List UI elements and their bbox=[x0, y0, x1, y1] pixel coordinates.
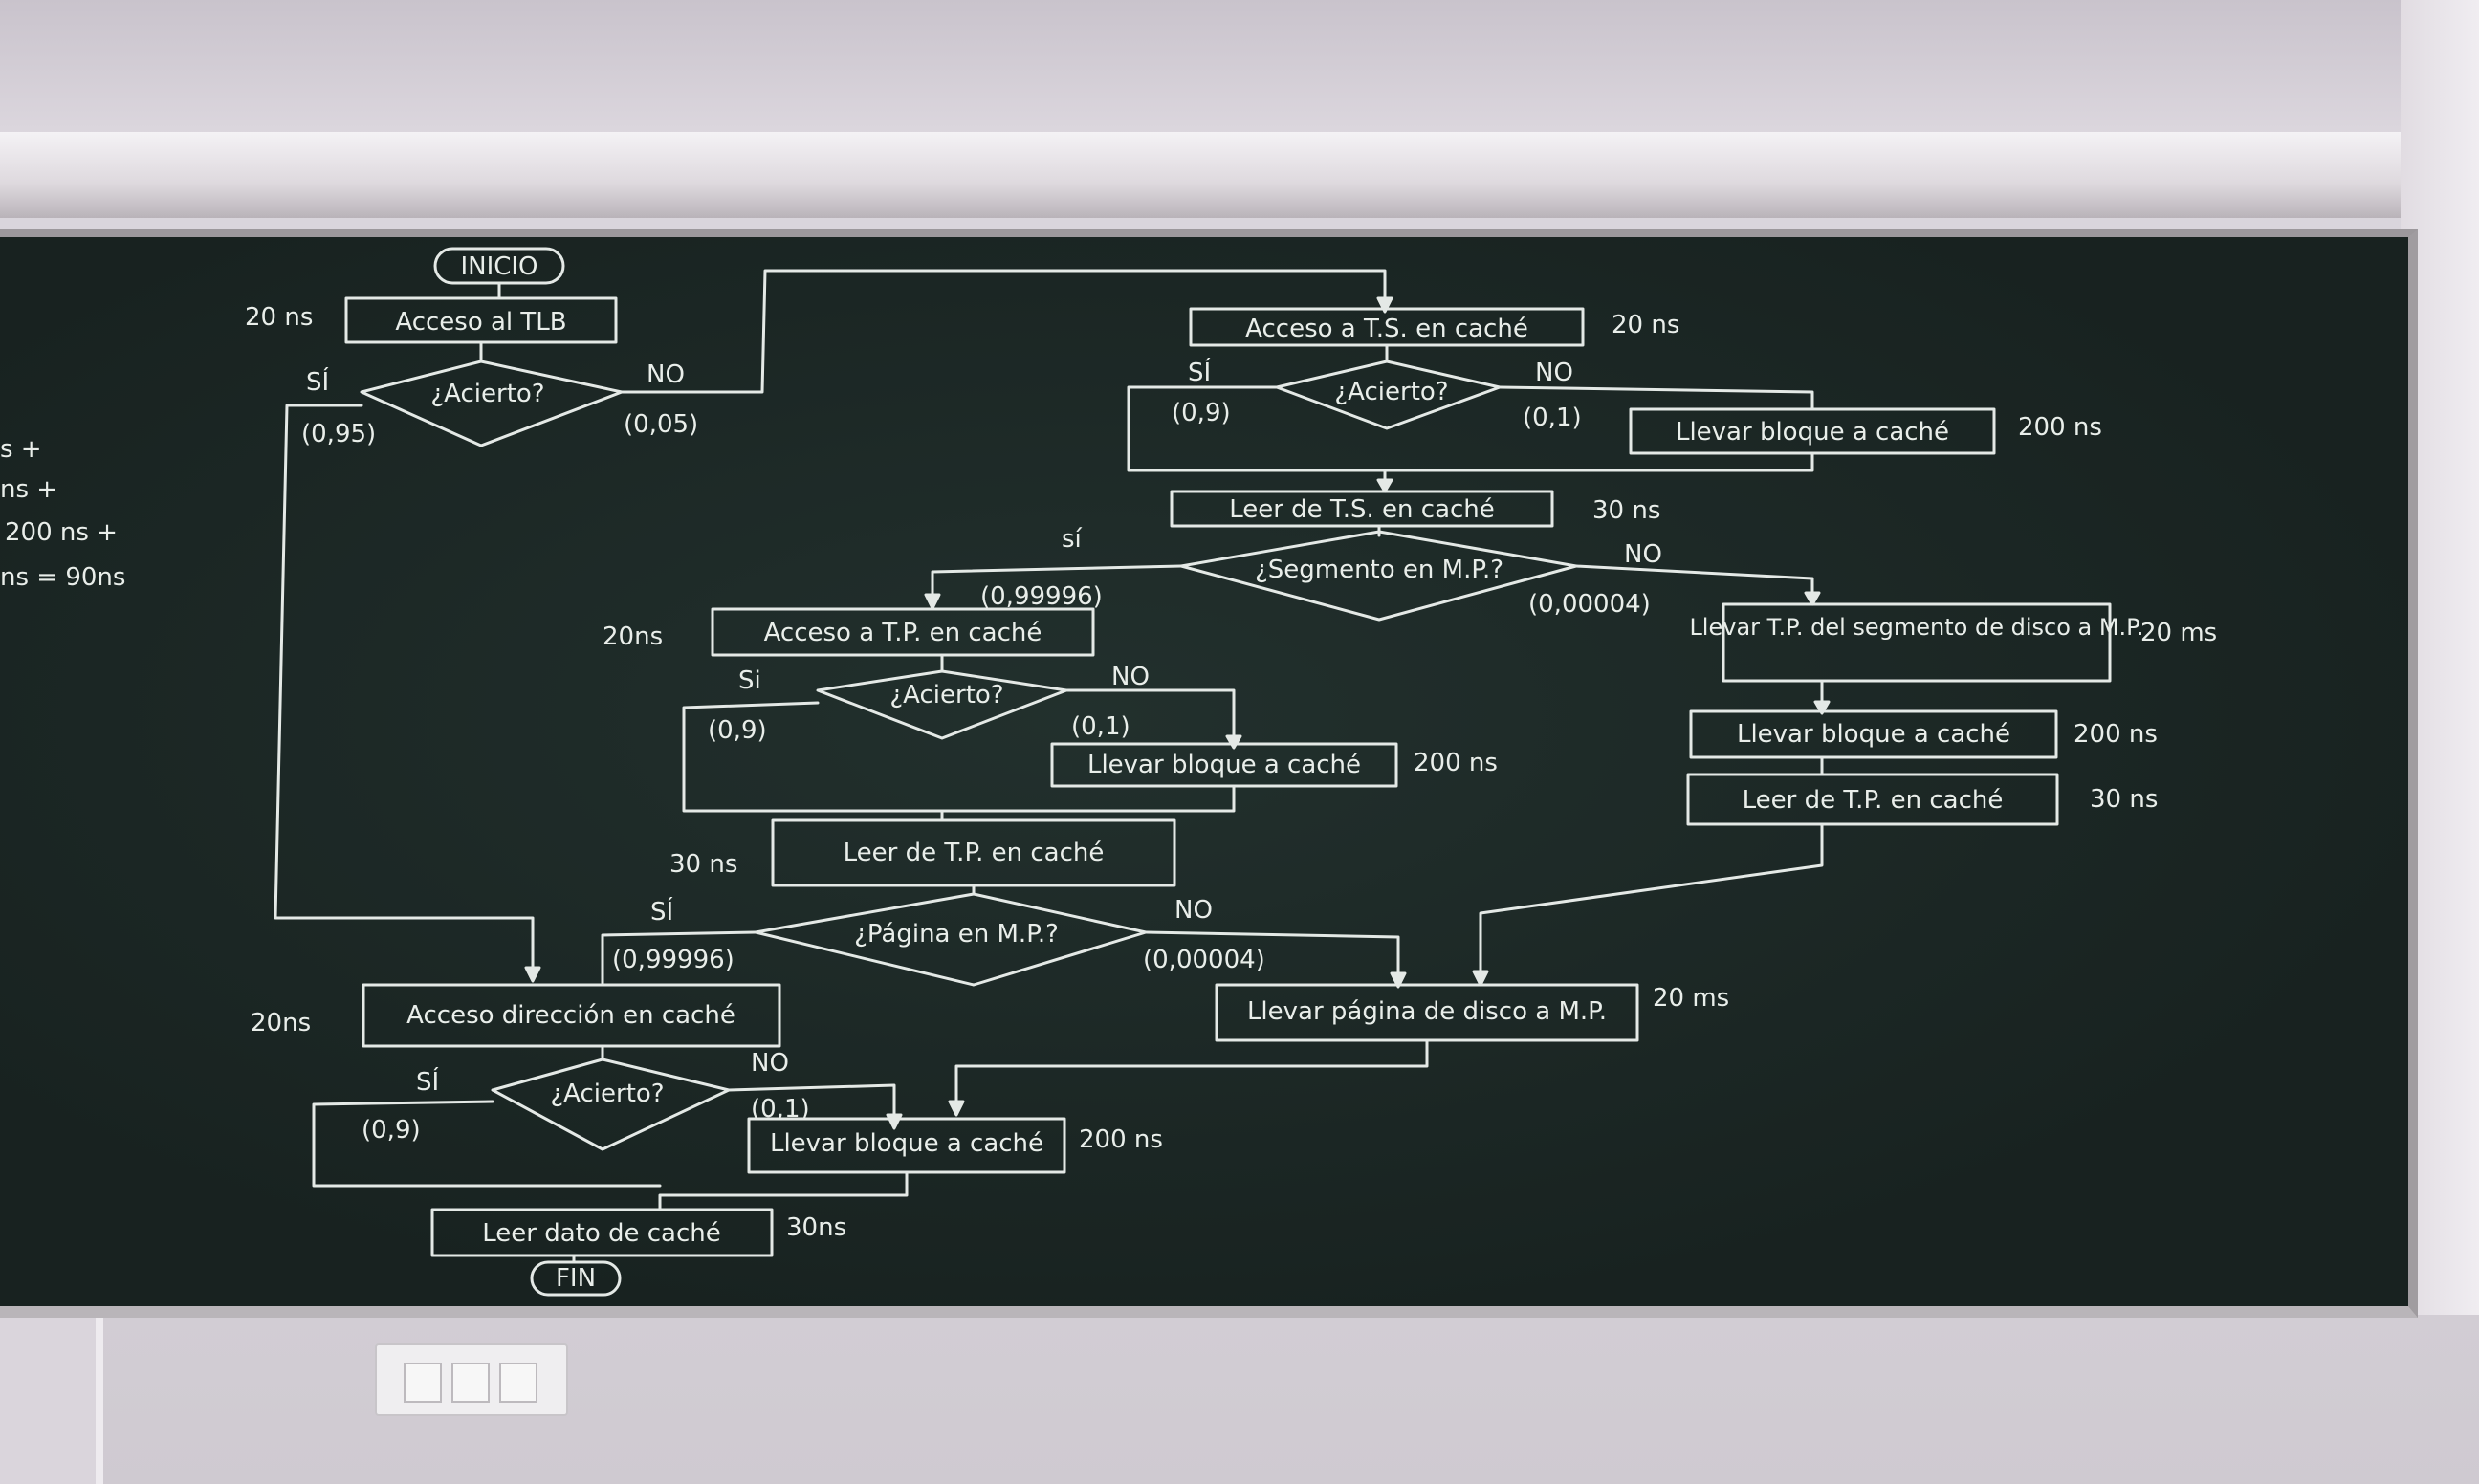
segment-label: ¿Segmento en M.P.? bbox=[1255, 556, 1503, 584]
ts-no: NO bbox=[1535, 359, 1573, 387]
tp-no-prob: (0,1) bbox=[1071, 712, 1130, 741]
read-tp-label: Leer de T.P. en caché bbox=[844, 839, 1105, 867]
segment-yes-prob: (0,99996) bbox=[980, 582, 1103, 611]
tp-access-time: 20ns bbox=[603, 622, 663, 651]
page-decision: ¿Página en M.P.? bbox=[754, 892, 1148, 987]
tlb-no-prob: (0,05) bbox=[624, 410, 698, 439]
bring-tp-segment-time: 20 ms bbox=[2140, 619, 2217, 647]
read-data-time: 30ns bbox=[786, 1213, 846, 1242]
ts-access-time: 20 ns bbox=[1612, 311, 1679, 339]
page-no-prob: (0,00004) bbox=[1143, 946, 1265, 974]
page-yes-prob: (0,99996) bbox=[612, 946, 735, 974]
partial-line-3: 200 ns + bbox=[5, 518, 118, 547]
read-ts-label: Leer de T.S. en caché bbox=[1229, 495, 1495, 524]
tlb-yes-prob: (0,95) bbox=[301, 420, 376, 448]
bring-tp-segment-label: Llevar T.P. del segmento de disco a M.P. bbox=[1689, 614, 2143, 641]
tp-bring-block-box: Llevar bloque a caché bbox=[1050, 742, 1398, 788]
ts-bring-block-box: Llevar bloque a caché bbox=[1629, 407, 1996, 455]
segment-no-prob: (0,00004) bbox=[1528, 590, 1651, 619]
tlb-no: NO bbox=[647, 360, 685, 389]
read-ts-time: 30 ns bbox=[1592, 496, 1660, 525]
read-tp-time: 30 ns bbox=[669, 850, 737, 879]
partial-line-1: s + bbox=[0, 435, 42, 464]
address-bring-block-label: Llevar bloque a caché bbox=[770, 1129, 1043, 1158]
start-label: INICIO bbox=[460, 252, 537, 281]
flowchart: s + ns + 200 ns + ns = 90ns INICIO Acces… bbox=[0, 247, 2217, 1297]
ts-bring-block-label: Llevar bloque a caché bbox=[1676, 418, 1949, 447]
end-label: FIN bbox=[556, 1264, 596, 1293]
page-yes: SÍ bbox=[650, 896, 673, 927]
address-yes-prob: (0,9) bbox=[362, 1116, 421, 1145]
bring-page-time: 20 ms bbox=[1653, 984, 1729, 1013]
tp-bring-block-label: Llevar bloque a caché bbox=[1087, 751, 1361, 779]
right-bring-block-box: Llevar bloque a caché bbox=[1689, 709, 2058, 759]
page-label: ¿Página en M.P.? bbox=[854, 920, 1059, 949]
tlb-time: 20 ns bbox=[245, 303, 313, 332]
tlb-access-label: Acceso al TLB bbox=[395, 308, 566, 337]
ts-yes-prob: (0,9) bbox=[1172, 399, 1231, 427]
address-bring-block-box: Llevar bloque a caché bbox=[747, 1117, 1066, 1174]
ts-hit-label: ¿Acierto? bbox=[1334, 378, 1448, 406]
tlb-access-box: Acceso al TLB bbox=[344, 296, 618, 344]
tp-access-box: Acceso a T.P. en caché bbox=[711, 607, 1095, 657]
read-ts-box: Leer de T.S. en caché bbox=[1170, 490, 1554, 528]
tp-hit-label: ¿Acierto? bbox=[889, 681, 1003, 709]
start-node: INICIO bbox=[433, 247, 565, 285]
bring-tp-segment-box: Llevar T.P. del segmento de disco a M.P. bbox=[1689, 602, 2144, 683]
bring-page-box: Llevar página de disco a M.P. bbox=[1215, 983, 1639, 1042]
address-bring-block-time: 200 ns bbox=[1079, 1125, 1163, 1154]
ts-hit-decision: ¿Acierto? bbox=[1275, 360, 1502, 430]
ts-no-prob: (0,1) bbox=[1523, 404, 1582, 432]
tlb-yes: SÍ bbox=[306, 366, 329, 397]
end-node: FIN bbox=[530, 1260, 622, 1297]
tp-yes: Si bbox=[738, 666, 761, 695]
ts-bring-block-time: 200 ns bbox=[2018, 413, 2102, 442]
tlb-hit-decision: ¿Acierto? bbox=[360, 360, 624, 447]
tlb-hit-label: ¿Acierto? bbox=[430, 380, 544, 408]
right-bring-block-label: Llevar bloque a caché bbox=[1737, 720, 2010, 749]
ts-access-box: Acceso a T.S. en caché bbox=[1189, 307, 1585, 347]
address-access-box: Acceso dirección en caché bbox=[362, 983, 781, 1048]
address-hit-label: ¿Acierto? bbox=[550, 1080, 664, 1108]
read-data-label: Leer dato de caché bbox=[482, 1219, 721, 1248]
right-bring-block-time: 200 ns bbox=[2073, 720, 2158, 749]
read-data-box: Leer dato de caché bbox=[430, 1208, 774, 1257]
ts-yes: SÍ bbox=[1188, 357, 1211, 387]
tp-yes-prob: (0,9) bbox=[708, 716, 767, 745]
bring-page-label: Llevar página de disco a M.P. bbox=[1247, 997, 1607, 1026]
address-yes: SÍ bbox=[416, 1066, 439, 1097]
left-partial-notes: s + ns + 200 ns + ns = 90ns bbox=[0, 435, 125, 592]
partial-line-2: ns + bbox=[0, 475, 57, 504]
read-tp-box: Leer de T.P. en caché bbox=[771, 818, 1176, 887]
tp-access-label: Acceso a T.P. en caché bbox=[764, 619, 1042, 647]
tp-no: NO bbox=[1111, 663, 1150, 691]
segment-decision: ¿Segmento en M.P.? bbox=[1179, 530, 1578, 622]
right-read-tp-label: Leer de T.P. en caché bbox=[1743, 786, 2004, 815]
segment-yes: sí bbox=[1062, 525, 1083, 554]
tp-hit-decision: ¿Acierto? bbox=[816, 669, 1068, 740]
segment-no: NO bbox=[1624, 540, 1662, 569]
ts-access-label: Acceso a T.S. en caché bbox=[1245, 315, 1528, 343]
address-access-time: 20ns bbox=[251, 1009, 311, 1037]
right-read-tp-box: Leer de T.P. en caché bbox=[1686, 773, 2059, 826]
page-no: NO bbox=[1174, 896, 1213, 925]
right-read-tp-time: 30 ns bbox=[2090, 785, 2158, 814]
address-access-label: Acceso dirección en caché bbox=[406, 1001, 735, 1030]
partial-line-4: ns = 90ns bbox=[0, 563, 125, 592]
address-no: NO bbox=[751, 1049, 789, 1078]
tp-bring-block-time: 200 ns bbox=[1414, 749, 1498, 777]
address-hit-decision: ¿Acierto? bbox=[491, 1058, 731, 1151]
